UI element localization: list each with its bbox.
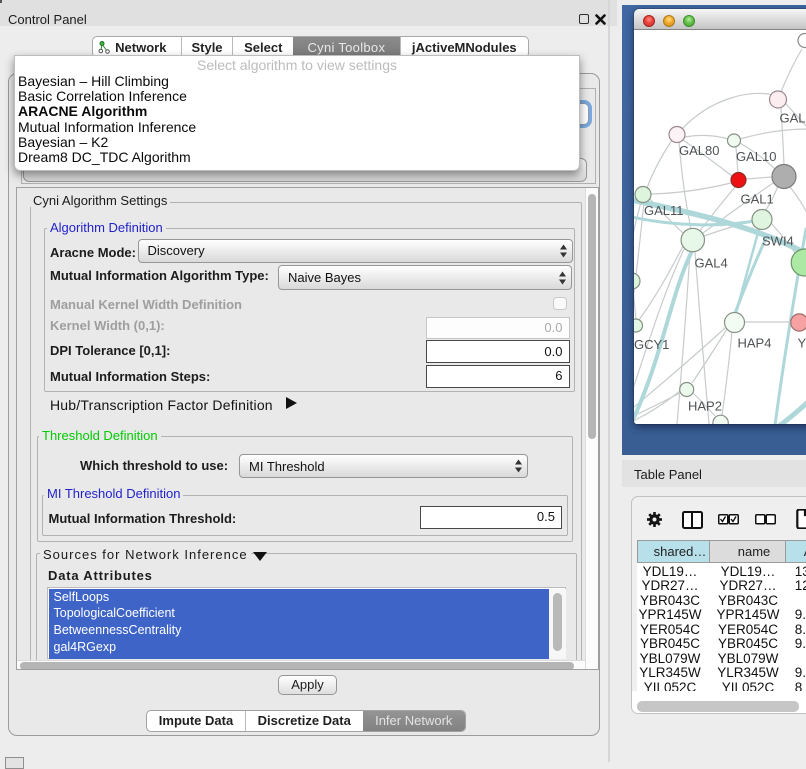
svg-text:GAL10: GAL10	[736, 149, 776, 164]
svg-text:GAL80: GAL80	[679, 143, 719, 158]
svg-text:SWI4: SWI4	[762, 234, 794, 249]
svg-text:GAL1: GAL1	[741, 192, 774, 207]
svg-text:GCY1: GCY1	[634, 337, 669, 352]
svg-text:GAL4: GAL4	[695, 256, 728, 271]
svg-text:GAL7: GAL7	[780, 111, 806, 126]
svg-text:Y: Y	[798, 336, 806, 351]
svg-text:HAP4: HAP4	[738, 336, 772, 351]
svg-text:HAP2: HAP2	[688, 399, 722, 414]
svg-text:GAL11: GAL11	[644, 203, 684, 218]
